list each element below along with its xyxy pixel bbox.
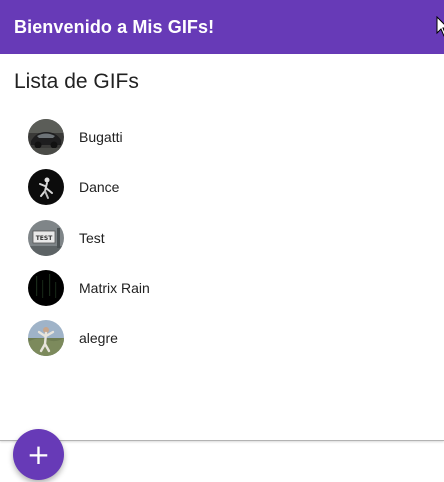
toolbar-title: Bienvenido a Mis GIFs!	[14, 16, 215, 37]
list-item-dance[interactable]: Dance	[0, 162, 444, 212]
list-item-matrix-rain[interactable]: Matrix Rain	[0, 263, 444, 313]
app-window: Bienvenido a Mis GIFs! Lista de GIFs Bug…	[0, 0, 444, 482]
gif-label: Matrix Rain	[79, 280, 150, 297]
gif-list-card: Lista de GIFs Bugatti Dance TEST Test Ma…	[0, 54, 444, 480]
test-sign-thumbnail: TEST	[28, 219, 64, 256]
page-title: Lista de GIFs	[14, 70, 139, 93]
list-item-alegre[interactable]: alegre	[0, 313, 444, 363]
list-item-bugatti[interactable]: Bugatti	[0, 112, 444, 162]
gif-label: Bugatti	[79, 129, 123, 146]
svg-text:TEST: TEST	[36, 235, 54, 242]
person-outdoor-thumbnail	[28, 320, 64, 357]
list-item-test[interactable]: TEST Test	[0, 213, 444, 263]
gif-label: Test	[79, 229, 105, 246]
matrix-rain-thumbnail	[28, 270, 64, 307]
add-gif-button[interactable]: +	[13, 429, 64, 480]
plus-icon: +	[26, 438, 51, 471]
car-thumbnail	[28, 119, 64, 156]
gif-list: Bugatti Dance TEST Test Matrix Rain aleg…	[0, 112, 444, 363]
gif-label: alegre	[79, 330, 118, 347]
app-toolbar: Bienvenido a Mis GIFs!	[0, 0, 444, 54]
mouse-cursor-icon	[436, 16, 444, 37]
gif-label: Dance	[79, 179, 120, 196]
dancer-thumbnail	[28, 169, 64, 206]
